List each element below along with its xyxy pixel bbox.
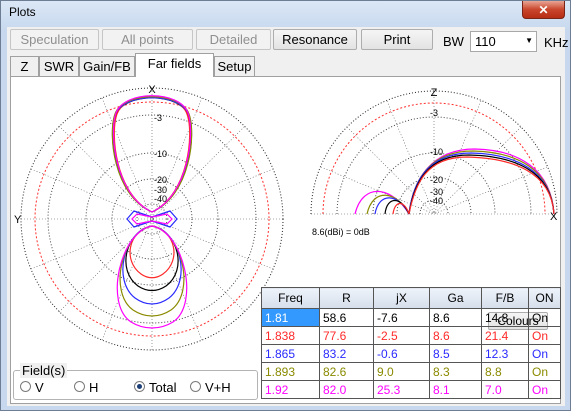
azimuth-ring-label: -3 — [154, 113, 162, 123]
azimuth-axis-y-label: Y — [14, 214, 22, 226]
column-header-ga[interactable]: Ga — [429, 287, 482, 309]
cell-r[interactable]: 82.0 — [319, 380, 374, 399]
cell-jx[interactable]: -7.6 — [373, 308, 430, 327]
elevation-ring-label: -40 — [430, 196, 443, 206]
bw-label: BW — [443, 34, 464, 49]
cell-freq[interactable]: 1.893 — [261, 362, 320, 381]
elevation-reference-label: 8.6(dBi) = 0dB — [312, 227, 370, 237]
table-row[interactable]: 1.893 82.6 9.0 8.3 8.8 On — [261, 362, 561, 381]
elevation-ring-label: -10 — [430, 147, 443, 157]
column-header-jx[interactable]: jX — [373, 287, 430, 309]
elevation-lobes — [354, 148, 555, 215]
cell-fb[interactable]: 7.0 — [481, 380, 529, 399]
radio-label: Total — [149, 380, 177, 395]
elevation-axis-z-label: Z — [431, 87, 438, 99]
cell-on[interactable]: On — [528, 380, 561, 399]
table-row[interactable]: 1.838 77.6 -2.5 8.6 21.4 On — [261, 326, 561, 345]
cell-freq[interactable]: 1.838 — [261, 326, 320, 345]
cell-freq[interactable]: 1.865 — [261, 344, 320, 363]
cell-fb[interactable]: 21.4 — [481, 326, 529, 345]
radio-label: H — [89, 380, 99, 395]
elevation-axis-x-label: X — [550, 211, 558, 223]
detailed-button[interactable]: Detailed — [196, 29, 271, 50]
bw-select[interactable]: 110 ▼ — [470, 31, 537, 52]
elevation-polar-plot: Z X -3 -10 -20 -30 -40 8.6(dBi) = 0dB — [310, 87, 558, 237]
tab-swr[interactable]: SWR — [39, 56, 79, 76]
speculation-button[interactable]: Speculation — [10, 29, 99, 50]
cell-fb[interactable]: 14.8 — [481, 308, 529, 327]
cell-on[interactable]: On — [528, 362, 561, 381]
radio-label: V — [35, 380, 44, 395]
table-row[interactable]: 1.81 58.6 -7.6 8.6 14.8 On — [261, 308, 561, 327]
table-row[interactable]: 1.92 82.0 25.3 8.1 7.0 On — [261, 380, 561, 399]
far-fields-panel: X Y -3 -10 -20 -30 -40 Z X -3 -10 -20 -3… — [10, 76, 561, 404]
fields-legend: Field(s) — [20, 363, 68, 378]
cell-r[interactable]: 77.6 — [319, 326, 374, 345]
radio-icon — [74, 381, 85, 392]
table-header-row: Freq R jX Ga F/B ON — [261, 287, 561, 309]
cell-on[interactable]: On — [528, 344, 561, 363]
cell-r[interactable]: 83.2 — [319, 344, 374, 363]
cell-on[interactable]: On — [528, 326, 561, 345]
cell-ga[interactable]: 8.6 — [429, 326, 482, 345]
elevation-ring-label: -3 — [430, 108, 438, 118]
column-header-r[interactable]: R — [319, 287, 374, 309]
resonance-button[interactable]: Resonance — [273, 29, 357, 50]
cell-r[interactable]: 58.6 — [319, 308, 374, 327]
print-button[interactable]: Print — [361, 29, 433, 50]
cell-jx[interactable]: -0.6 — [373, 344, 430, 363]
azimuth-ring-label: -10 — [154, 149, 167, 159]
elevation-ring-label: -20 — [430, 175, 443, 185]
radio-icon — [190, 381, 201, 392]
cell-jx[interactable]: 9.0 — [373, 362, 430, 381]
cell-freq[interactable]: 1.92 — [261, 380, 320, 399]
close-button[interactable]: ✕ — [522, 1, 565, 19]
cell-fb[interactable]: 12.3 — [481, 344, 529, 363]
azimuth-ring-label: -40 — [154, 194, 167, 204]
all-points-button[interactable]: All points — [102, 29, 193, 50]
plots-window: Plots ✕ Speculation All points Detailed … — [0, 0, 571, 411]
frequency-table: Freq R jX Ga F/B ON 1.81 58.6 -7.6 8.6 14.8 O… — [261, 287, 561, 399]
tab-z[interactable]: Z — [10, 56, 39, 76]
azimuth-polar-plot: X Y -3 -10 -20 -30 -40 — [14, 84, 284, 351]
tab-gain-fb[interactable]: Gain/FB — [79, 56, 135, 76]
fields-group: Field(s) V H Total V+H — [13, 363, 258, 400]
cell-jx[interactable]: 25.3 — [373, 380, 430, 399]
cell-ga[interactable]: 8.6 — [429, 308, 482, 327]
radio-label: V+H — [205, 380, 231, 395]
column-header-fb[interactable]: F/B — [481, 287, 529, 309]
tab-far-fields[interactable]: Far fields — [135, 53, 214, 77]
bw-value: 110 — [475, 34, 496, 49]
tab-setup[interactable]: Setup — [214, 56, 255, 76]
column-header-freq[interactable]: Freq — [261, 287, 320, 309]
cell-r[interactable]: 82.6 — [319, 362, 374, 381]
column-header-on[interactable]: ON — [528, 287, 561, 309]
title-bar[interactable]: Plots ✕ — [1, 1, 570, 23]
cell-ga[interactable]: 8.5 — [429, 344, 482, 363]
cell-jx[interactable]: -2.5 — [373, 326, 430, 345]
bw-unit: KHz — [544, 35, 569, 50]
cell-ga[interactable]: 8.1 — [429, 380, 482, 399]
cell-ga[interactable]: 8.3 — [429, 362, 482, 381]
cell-on[interactable]: On — [528, 308, 561, 327]
azimuth-axis-x-label: X — [148, 84, 156, 96]
client-area: Speculation All points Detailed Resonanc… — [7, 27, 569, 406]
radio-icon — [20, 381, 31, 392]
close-icon: ✕ — [538, 3, 549, 17]
radio-selected-icon — [134, 381, 145, 392]
chevron-down-icon: ▼ — [525, 36, 533, 45]
azimuth-ring-label: -20 — [154, 175, 167, 185]
window-title: Plots — [9, 5, 36, 19]
cell-fb[interactable]: 8.8 — [481, 362, 529, 381]
table-row[interactable]: 1.865 83.2 -0.6 8.5 12.3 On — [261, 344, 561, 363]
cell-freq[interactable]: 1.81 — [261, 308, 320, 327]
